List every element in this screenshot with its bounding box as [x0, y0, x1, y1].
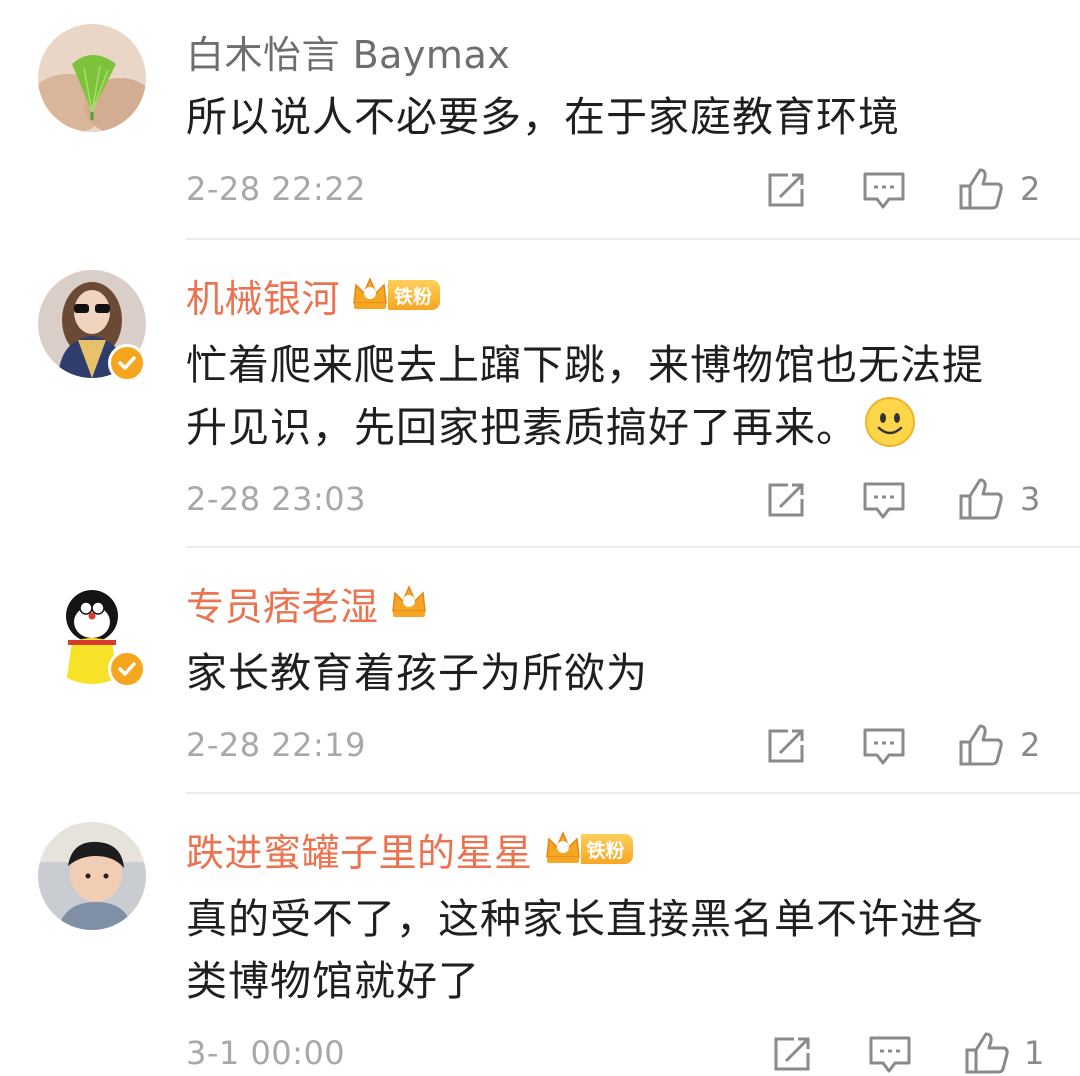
name-row: 机械银河 铁粉 — [186, 268, 441, 323]
comment-text-line: 类博物馆就好了 — [186, 957, 480, 1005]
comment-text-line: 所以说人不必要多，在于家庭教育环境 — [186, 93, 900, 141]
comment-text: 家长教育着孩子为所欲为 — [186, 642, 648, 704]
comment-text: 所以说人不必要多，在于家庭教育环境 — [186, 86, 900, 148]
crown-badge-icon[interactable] — [543, 827, 583, 871]
username[interactable]: 跌进蜜罐子里的星星 — [186, 822, 533, 877]
like-count: 2 — [1020, 170, 1041, 208]
thumbs-up-icon[interactable] — [958, 723, 1004, 767]
comment-text-line: 升见识，先回家把素质搞好了再来。 — [186, 396, 984, 465]
name-row: 白木怡言 Baymax — [186, 24, 510, 79]
like-count: 1 — [1024, 1034, 1045, 1072]
comment-time: 2-28 22:22 — [186, 170, 367, 208]
verified-check-icon — [108, 344, 146, 382]
crown-badge-icon[interactable] — [389, 581, 429, 625]
comment-text: 忙着爬来爬去上蹿下跳，来博物馆也无法提 升见识，先回家把素质搞好了再来。 — [186, 334, 984, 465]
like-count: 2 — [1020, 726, 1041, 764]
comment-time: 2-28 23:03 — [186, 480, 367, 518]
avatar[interactable] — [38, 822, 146, 930]
comment-text: 真的受不了，这种家长直接黑名单不许进各 类博物馆就好了 — [186, 888, 984, 1012]
comment-icon[interactable] — [862, 727, 906, 767]
comment-time: 2-28 22:19 — [186, 726, 367, 764]
comment-text-line: 忙着爬来爬去上蹿下跳，来博物馆也无法提 — [186, 341, 984, 389]
comment-icon[interactable] — [862, 481, 906, 521]
repost-icon[interactable] — [766, 727, 808, 765]
like-count: 3 — [1020, 480, 1041, 518]
repost-icon[interactable] — [766, 171, 808, 209]
comment-icon[interactable] — [862, 171, 906, 211]
comment-text-line: 真的受不了，这种家长直接黑名单不许进各 — [186, 895, 984, 943]
comment-item-2: 机械银河 铁粉 忙着爬来爬去上蹿下跳，来博物馆也无法提 升见识，先回家把素质搞好… — [0, 240, 1080, 548]
repost-icon[interactable] — [766, 481, 808, 519]
username[interactable]: 白木怡言 Baymax — [186, 24, 510, 79]
name-row: 专员痞老湿 — [186, 576, 429, 631]
comment-item-1: 白木怡言 Baymax 所以说人不必要多，在于家庭教育环境 2-28 22:22… — [0, 0, 1080, 240]
thumbs-up-icon[interactable] — [964, 1031, 1010, 1075]
repost-icon[interactable] — [772, 1035, 814, 1073]
avatar[interactable] — [38, 24, 146, 132]
comment-item-3: 专员痞老湿 家长教育着孩子为所欲为 2-28 22:19 2 — [0, 548, 1080, 794]
smile-emoji — [864, 396, 916, 465]
fan-badge: 铁粉 — [580, 834, 633, 864]
username[interactable]: 机械银河 — [186, 268, 340, 323]
comment-time: 3-1 00:00 — [186, 1034, 346, 1072]
thumbs-up-icon[interactable] — [958, 477, 1004, 521]
fan-badge: 铁粉 — [388, 280, 441, 310]
comment-icon[interactable] — [868, 1035, 912, 1075]
comment-item-4: 跌进蜜罐子里的星星 铁粉 真的受不了，这种家长直接黑名单不许进各 类博物馆就好了… — [0, 794, 1080, 1076]
crown-badge-icon[interactable] — [350, 273, 390, 317]
comment-text-segment: 升见识，先回家把素质搞好了再来。 — [186, 403, 858, 452]
username[interactable]: 专员痞老湿 — [186, 576, 379, 631]
comment-text-line: 家长教育着孩子为所欲为 — [186, 649, 648, 697]
thumbs-up-icon[interactable] — [958, 167, 1004, 211]
name-row: 跌进蜜罐子里的星星 铁粉 — [186, 822, 633, 877]
verified-check-icon — [108, 650, 146, 688]
